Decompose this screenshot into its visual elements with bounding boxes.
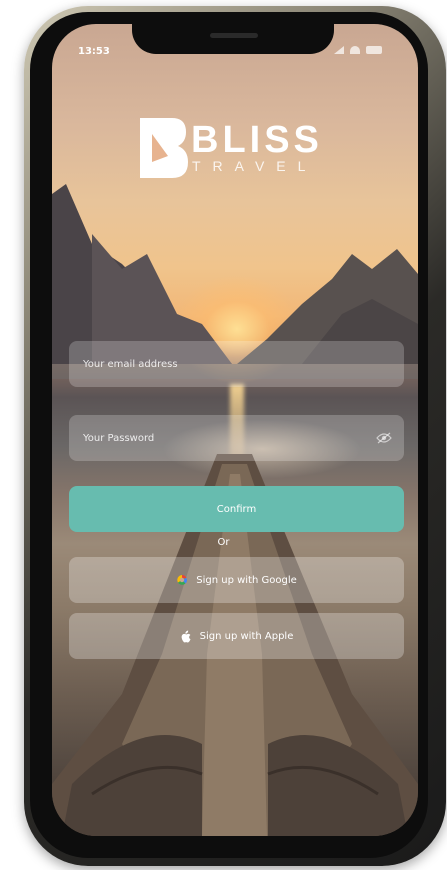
brand-name: BLISS (191, 119, 323, 161)
eye-icon[interactable] (376, 432, 392, 444)
battery-icon (366, 46, 382, 54)
google-signup-button[interactable]: Sign up with Google (69, 557, 404, 603)
wifi-icon (350, 46, 360, 54)
google-signup-label: Sign up with Google (196, 574, 297, 586)
email-field[interactable] (69, 341, 404, 387)
google-icon (177, 575, 188, 585)
apple-signup-button[interactable]: Sign up with Apple (69, 613, 404, 659)
speaker-grill (210, 33, 258, 38)
brand-subtitle: TRAVEL (192, 158, 318, 174)
apple-icon (181, 630, 191, 643)
password-field[interactable] (69, 415, 404, 461)
email-input[interactable] (81, 357, 392, 371)
status-time: 13:53 (78, 46, 110, 57)
or-divider: Or (217, 537, 230, 548)
confirm-button[interactable]: Confirm (69, 486, 404, 532)
signal-icon (334, 46, 344, 54)
apple-signup-label: Sign up with Apple (199, 630, 294, 642)
confirm-label: Confirm (216, 503, 257, 515)
password-input[interactable] (81, 431, 376, 445)
status-icons (334, 44, 394, 56)
